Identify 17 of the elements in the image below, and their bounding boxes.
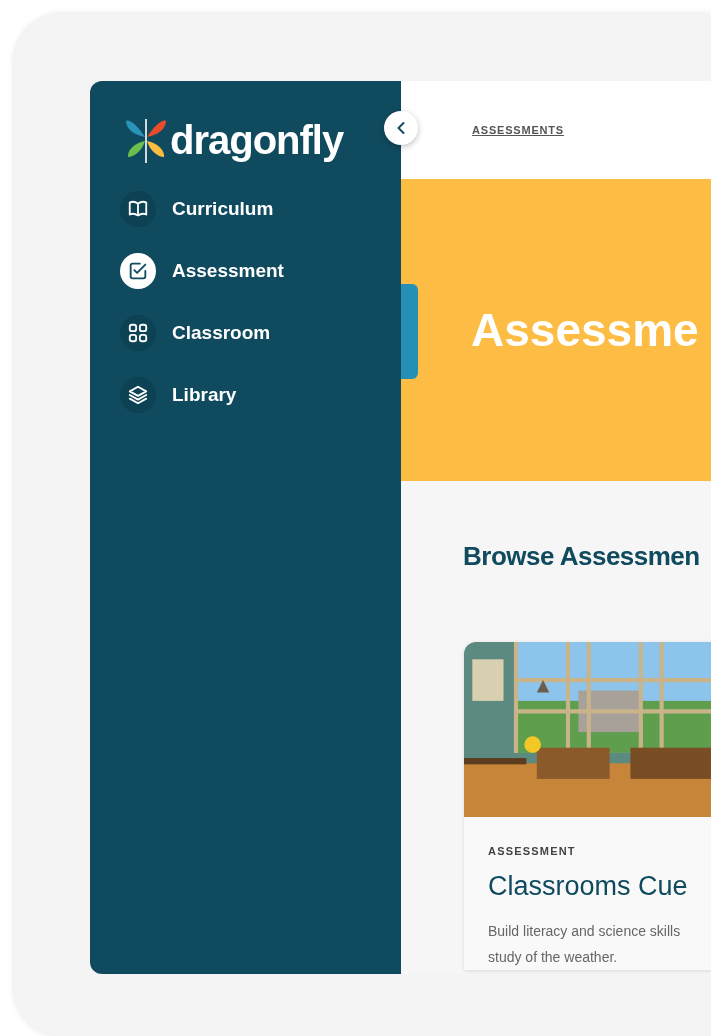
checkbox-icon (127, 260, 149, 282)
nav-item[interactable]: Classroom (120, 315, 271, 351)
collapse-button[interactable] (384, 111, 418, 145)
nav-item[interactable]: Assessment (120, 253, 284, 289)
layers-icon (127, 384, 149, 406)
card-description: Build literacy and science skills study of the weather. (488, 922, 682, 967)
chevron-left-icon (396, 121, 406, 135)
assessment-card[interactable]: ASSESSMENT Classrooms Cue Build literacy and science skills study of the weather. (464, 642, 711, 970)
banner-title: Assessme (471, 303, 699, 357)
nav-item[interactable]: Library (120, 377, 237, 413)
card-category: ASSESSMENT (488, 845, 577, 857)
grid-icon (127, 322, 149, 344)
nav-item[interactable]: Curriculum (120, 191, 274, 227)
card-title: Classrooms Cue (488, 871, 689, 902)
section-title: Browse Assessmen (463, 541, 701, 572)
brand-name: dragonfly (170, 117, 344, 163)
breadcrumb-link[interactable]: ASSESSMENTS (472, 124, 564, 136)
